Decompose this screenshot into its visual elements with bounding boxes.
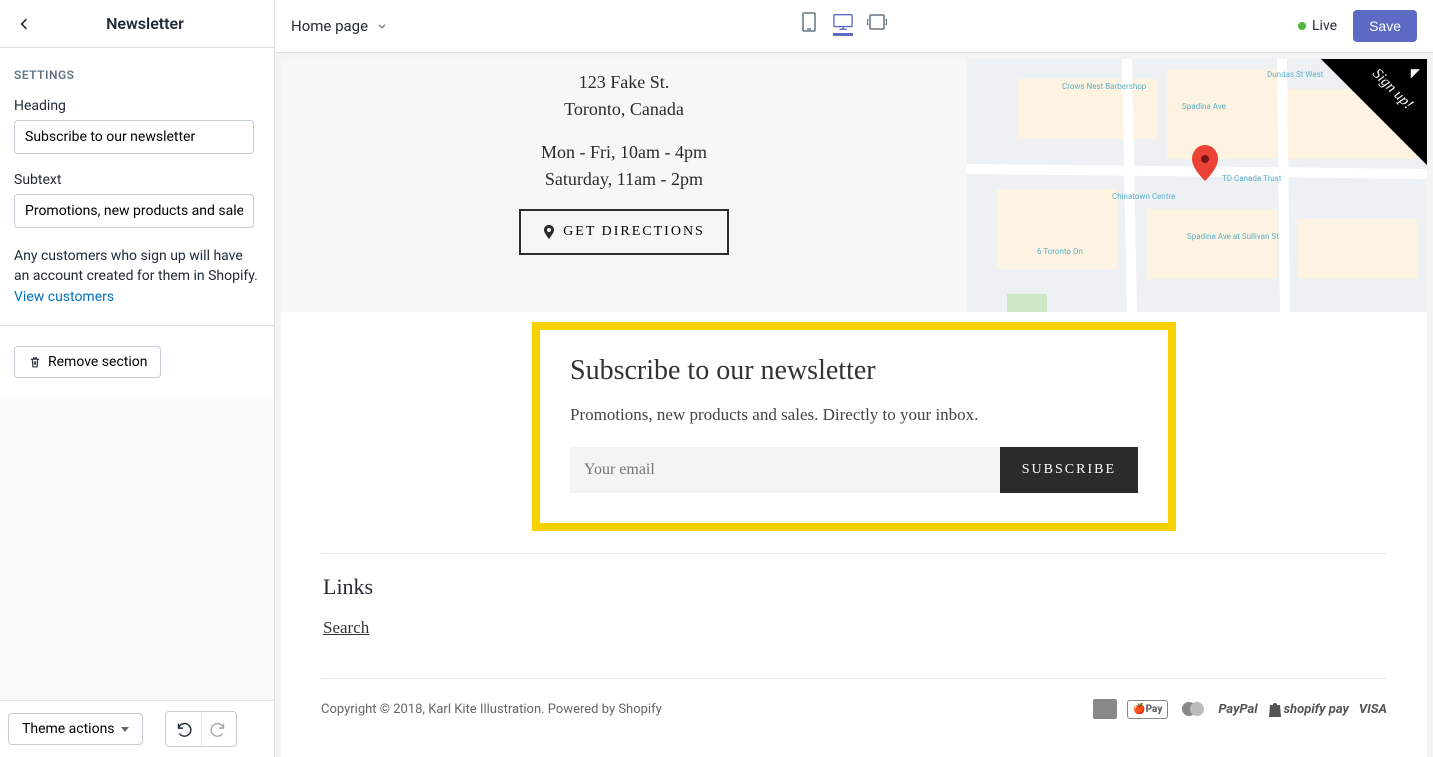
main: Home page Live Save — [275, 0, 1433, 757]
heading-input[interactable] — [14, 120, 254, 154]
newsletter-heading: Subscribe to our newsletter — [570, 355, 1138, 387]
theme-actions-button[interactable]: Theme actions — [8, 713, 143, 745]
status-dot-icon — [1298, 22, 1306, 30]
preview-canvas: 123 Fake St. Toronto, Canada Mon - Fri, … — [281, 59, 1427, 757]
chevron-down-icon — [376, 20, 388, 32]
address-block: 123 Fake St. Toronto, Canada — [564, 69, 684, 123]
svg-text:6 Toronto On: 6 Toronto On — [1037, 247, 1083, 256]
address-line-1: 123 Fake St. — [564, 69, 684, 96]
signup-corner-label: Sign up! — [1368, 66, 1416, 114]
location-section: 123 Fake St. Toronto, Canada Mon - Fri, … — [281, 59, 1427, 312]
search-link[interactable]: Search — [323, 618, 369, 637]
svg-text:TD Canada Trust: TD Canada Trust — [1222, 174, 1282, 183]
newsletter-subtext: Promotions, new products and sales. Dire… — [570, 405, 1138, 425]
svg-text:Chinatown Centre: Chinatown Centre — [1112, 192, 1175, 201]
subtext-label: Subtext — [14, 172, 260, 188]
footer-links: Links Search — [281, 554, 1427, 648]
subtext-input[interactable] — [14, 194, 254, 228]
amex-icon — [1093, 699, 1117, 719]
map[interactable]: Crows Nest Barbershop Spadina Ave Dundas… — [967, 59, 1427, 312]
sidebar-title: Newsletter — [106, 14, 184, 33]
cursor-icon: ◤ — [1411, 66, 1420, 80]
subscribe-button[interactable]: SUBSCRIBE — [1000, 447, 1138, 493]
newsletter-section: Subscribe to our newsletter Promotions, … — [532, 322, 1176, 531]
apple-pay-icon: 🍎Pay — [1127, 700, 1168, 719]
location-info: 123 Fake St. Toronto, Canada Mon - Fri, … — [281, 59, 967, 312]
hours-line-2: Saturday, 11am - 2pm — [541, 166, 707, 193]
svg-text:Crows Nest Barbershop: Crows Nest Barbershop — [1062, 82, 1147, 91]
settings-label: SETTINGS — [14, 68, 260, 82]
theme-actions-label: Theme actions — [22, 721, 115, 737]
mastercard-icon — [1178, 699, 1208, 719]
get-directions-button[interactable]: GET DIRECTIONS — [519, 209, 729, 255]
device-switcher — [799, 16, 887, 36]
mobile-icon — [802, 12, 816, 32]
page-selector-label: Home page — [291, 17, 368, 35]
heading-label: Heading — [14, 98, 260, 114]
hours-line-1: Mon - Fri, 10am - 4pm — [541, 139, 707, 166]
email-input[interactable] — [570, 447, 1000, 493]
undo-button[interactable] — [166, 712, 201, 746]
preview-wrap: 123 Fake St. Toronto, Canada Mon - Fri, … — [275, 53, 1433, 757]
save-button[interactable]: Save — [1353, 10, 1417, 42]
page-selector[interactable]: Home page — [291, 17, 388, 35]
hours-block: Mon - Fri, 10am - 4pm Saturday, 11am - 2… — [541, 139, 707, 193]
shopify-pay-label: shopify pay — [1284, 702, 1349, 717]
fullwidth-icon — [867, 14, 887, 30]
redo-icon — [210, 720, 228, 738]
caret-down-icon — [121, 727, 129, 732]
fullwidth-view-button[interactable] — [867, 16, 887, 36]
remove-section-button[interactable]: Remove section — [14, 346, 161, 378]
svg-text:Spadina Ave at Sullivan St: Spadina Ave at Sullivan St — [1187, 232, 1279, 241]
help-text: Any customers who sign up will have an a… — [14, 246, 260, 307]
paypal-icon: PayPal — [1218, 699, 1257, 719]
copyright-row: Copyright © 2018, Karl Kite Illustration… — [321, 678, 1387, 719]
history-group — [165, 711, 237, 747]
svg-text:Spadina Ave: Spadina Ave — [1182, 102, 1226, 111]
signup-corner[interactable]: Sign up! ◤ — [1282, 59, 1427, 204]
mobile-view-button[interactable] — [799, 16, 819, 36]
visa-icon: VISA — [1359, 699, 1387, 719]
settings-panel: SETTINGS Heading Subtext Any customers w… — [0, 48, 274, 326]
copyright-text: Copyright © 2018, Karl Kite Illustration… — [321, 702, 662, 717]
redo-button[interactable] — [201, 712, 236, 746]
desktop-view-button[interactable] — [833, 16, 853, 36]
get-directions-label: GET DIRECTIONS — [563, 224, 705, 240]
back-icon[interactable] — [16, 16, 32, 32]
desktop-icon — [833, 13, 853, 31]
newsletter-form: SUBSCRIBE — [570, 447, 1138, 493]
sidebar-footer: Theme actions — [0, 700, 274, 757]
remove-section-wrap: Remove section — [0, 326, 274, 398]
undo-icon — [174, 720, 192, 738]
topbar: Home page Live Save — [275, 0, 1433, 53]
help-text-content: Any customers who sign up will have an a… — [14, 248, 258, 284]
sidebar: Newsletter SETTINGS Heading Subtext Any … — [0, 0, 275, 757]
trash-icon — [28, 355, 42, 369]
view-customers-link[interactable]: View customers — [14, 289, 114, 305]
pin-icon — [543, 225, 555, 239]
address-line-2: Toronto, Canada — [564, 96, 684, 123]
shopify-pay-icon: shopify pay — [1268, 699, 1349, 719]
status-indicator: Live — [1298, 18, 1337, 34]
bag-icon — [1268, 701, 1282, 717]
status-label: Live — [1312, 18, 1337, 34]
sidebar-header: Newsletter — [0, 0, 274, 48]
remove-section-label: Remove section — [48, 354, 147, 370]
links-heading: Links — [323, 574, 1385, 600]
payment-icons: 🍎Pay PayPal shopify pay VISA — [1093, 699, 1387, 719]
